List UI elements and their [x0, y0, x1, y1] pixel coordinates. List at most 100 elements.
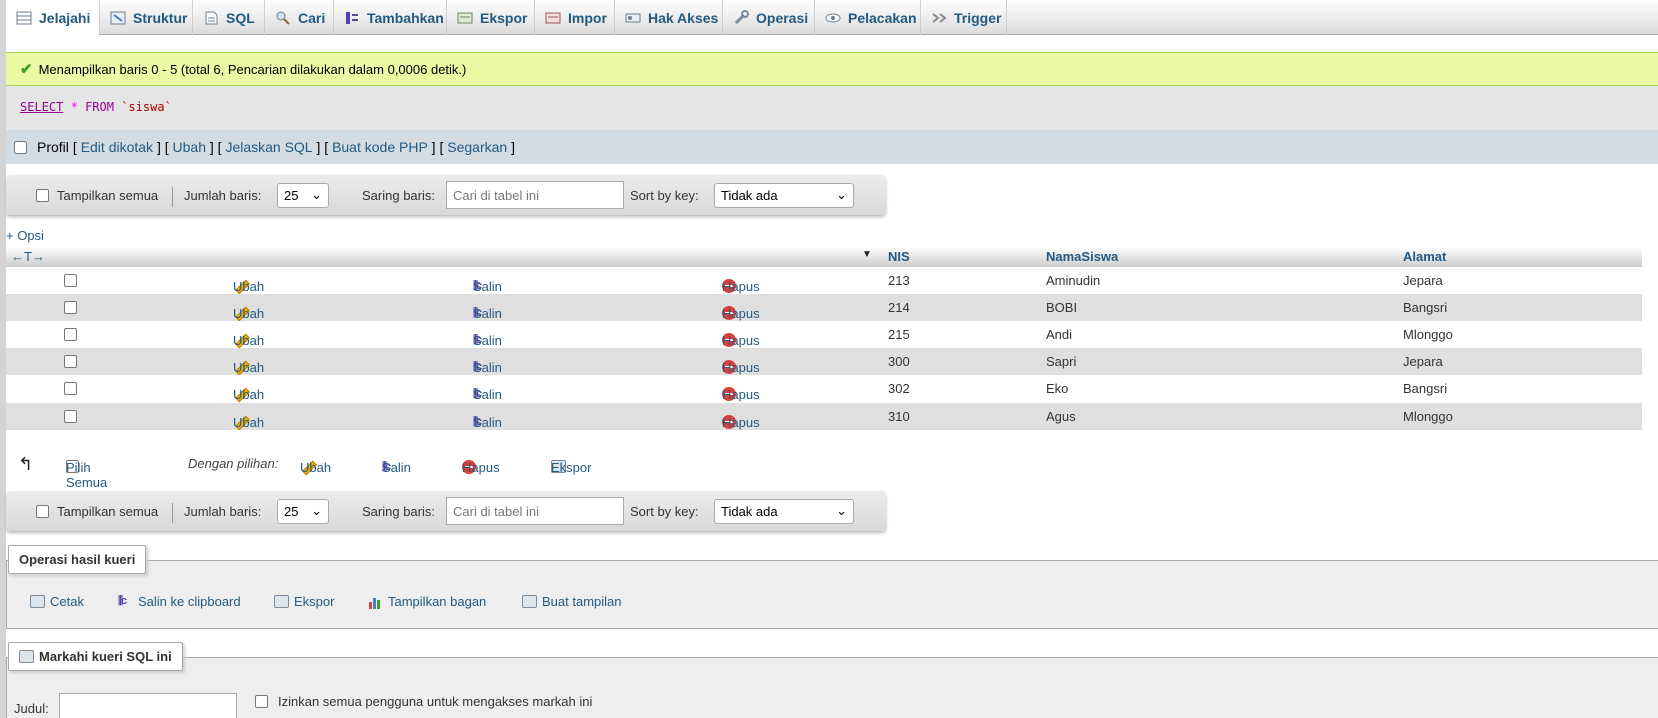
- chart-icon: [369, 597, 380, 609]
- cell-namasiswa[interactable]: Andi: [1046, 327, 1072, 342]
- trigger-icon: [931, 10, 947, 26]
- bookmark-shared-checkbox[interactable]: [255, 695, 268, 708]
- cell-alamat[interactable]: Mlonggo: [1403, 327, 1453, 342]
- column-header-nis[interactable]: NIS: [888, 249, 910, 264]
- tab-pelacakan[interactable]: Pelacakan: [815, 0, 921, 35]
- tab-sql[interactable]: SQL: [193, 0, 265, 35]
- cell-namasiswa[interactable]: Eko: [1046, 381, 1068, 396]
- cell-namasiswa[interactable]: Aminudin: [1046, 273, 1100, 288]
- table-row: Ubah ⫼c Salin Hapus 214 BOBI Bangsri: [6, 294, 1642, 321]
- row-checkbox[interactable]: [64, 328, 77, 341]
- cell-nis[interactable]: 215: [888, 327, 910, 342]
- search-icon: [275, 10, 291, 26]
- tab-operasi[interactable]: Operasi: [723, 0, 815, 35]
- cell-namasiswa[interactable]: Sapri: [1046, 354, 1076, 369]
- select-all-link[interactable]: Pilih Semua: [66, 460, 107, 490]
- bookmark-icon: [19, 650, 34, 663]
- edit-query-link[interactable]: Ubah: [173, 139, 206, 155]
- cell-alamat[interactable]: Jepara: [1403, 273, 1443, 288]
- display-chart-button[interactable]: Tampilkan bagan: [368, 594, 486, 609]
- rows-select[interactable]: 25 ⌄: [277, 182, 329, 208]
- query-operations-fieldset: [6, 560, 1658, 629]
- show-all-label: Tampilkan semua: [57, 187, 159, 203]
- cell-nis[interactable]: 213: [888, 273, 910, 288]
- navigation-bar-bottom: Tampilkan semua Jumlah baris: 25 ⌄ Saring…: [6, 491, 886, 531]
- cell-alamat[interactable]: Bangsri: [1403, 300, 1447, 315]
- show-all-checkbox[interactable]: [36, 504, 49, 518]
- show-all-checkbox[interactable]: [36, 188, 49, 202]
- row-checkbox[interactable]: [64, 410, 77, 423]
- sort-triangle-icon[interactable]: ▼: [862, 249, 872, 260]
- sql-keyword-select[interactable]: SELECT: [20, 100, 63, 114]
- cell-nis[interactable]: 300: [888, 354, 910, 369]
- tab-struktur[interactable]: Struktur: [100, 0, 193, 35]
- cell-alamat[interactable]: Mlonggo: [1403, 409, 1453, 424]
- row-checkbox[interactable]: [64, 355, 77, 368]
- refresh-link[interactable]: Segarkan: [447, 139, 507, 155]
- with-selected-label: Dengan pilihan:: [188, 456, 279, 471]
- view-icon: [522, 595, 537, 608]
- table-row: Ubah ⫼c Salin Hapus 302 Eko Bangsri: [6, 375, 1642, 402]
- explain-sql-link[interactable]: Jelaskan SQL: [225, 139, 312, 155]
- table-row: Ubah ⫼c Salin Hapus 213 Aminudin Jepara: [6, 267, 1642, 294]
- export-icon: [457, 10, 473, 26]
- insert-icon: [344, 10, 360, 26]
- column-header-namasiswa[interactable]: NamaSiswa: [1046, 249, 1118, 264]
- printer-icon: [30, 595, 45, 608]
- sort-select[interactable]: Tidak ada ⌄: [714, 182, 854, 208]
- tab-trigger[interactable]: Trigger: [921, 0, 1007, 35]
- bulk-arrow-icon: ↰: [18, 454, 34, 474]
- sort-select[interactable]: Tidak ada ⌄: [714, 498, 854, 524]
- bookmark-title-input[interactable]: [59, 693, 237, 718]
- show-all-label: Tampilkan semua: [57, 503, 159, 519]
- table-row: Ubah ⫼c Salin Hapus 310 Agus Mlonggo: [6, 403, 1642, 430]
- cell-namasiswa[interactable]: Agus: [1046, 409, 1076, 424]
- sql-query-box: SELECT * FROM `siswa`: [6, 86, 1658, 130]
- edit-inline-link[interactable]: Edit dikotak: [81, 139, 153, 155]
- privileges-icon: [625, 10, 641, 26]
- copy-clipboard-button[interactable]: ⫼c Salin ke clipboard: [118, 594, 241, 609]
- browse-icon: [16, 10, 32, 26]
- table-row: Ubah ⫼c Salin Hapus 300 Sapri Jepara: [6, 348, 1642, 375]
- column-arrows[interactable]: ←T→: [11, 249, 45, 264]
- column-header-alamat[interactable]: Alamat: [1403, 249, 1446, 264]
- tab-cari[interactable]: Cari: [265, 0, 334, 35]
- tab-hak-akses[interactable]: Hak Akses: [615, 0, 723, 35]
- row-checkbox[interactable]: [64, 301, 77, 314]
- filter-input[interactable]: Cari di tabel ini: [446, 181, 624, 209]
- chevron-down-icon: ⌄: [311, 187, 322, 202]
- query-links-bar: Profil [ Edit dikotak ] [ Ubah ] [ Jelas…: [6, 130, 1658, 164]
- create-view-button[interactable]: Buat tampilan: [522, 594, 622, 609]
- create-php-link[interactable]: Buat kode PHP: [332, 139, 428, 155]
- cell-nis[interactable]: 310: [888, 409, 910, 424]
- profil-label: Profil: [37, 139, 69, 155]
- cell-alamat[interactable]: Bangsri: [1403, 381, 1447, 396]
- cell-namasiswa[interactable]: BOBI: [1046, 300, 1077, 315]
- export-button[interactable]: Ekspor: [274, 594, 334, 609]
- print-button[interactable]: Cetak: [30, 594, 84, 609]
- sql-icon: [203, 10, 219, 26]
- sql-star: *: [70, 100, 78, 114]
- profil-checkbox[interactable]: [14, 140, 27, 154]
- cell-alamat[interactable]: Jepara: [1403, 354, 1443, 369]
- bookmark-title-label: Judul:: [14, 701, 49, 716]
- options-link[interactable]: + Opsi: [6, 228, 44, 243]
- separator: [172, 503, 173, 523]
- row-checkbox[interactable]: [64, 274, 77, 287]
- sql-table-name: `siswa`: [121, 100, 172, 114]
- filter-input[interactable]: Cari di tabel ini: [446, 497, 624, 525]
- cell-nis[interactable]: 302: [888, 381, 910, 396]
- sql-keyword-from: FROM: [85, 100, 114, 114]
- query-operations-legend: Operasi hasil kueri: [8, 545, 147, 574]
- tab-impor[interactable]: Impor: [535, 0, 615, 35]
- cell-nis[interactable]: 214: [888, 300, 910, 315]
- tab-jelajahi[interactable]: Jelajahi: [6, 0, 100, 36]
- tab-tambahkan[interactable]: Tambahkan: [334, 0, 447, 35]
- rows-select[interactable]: 25 ⌄: [277, 498, 329, 524]
- checkmark-icon: ✔: [20, 61, 33, 78]
- tab-bar: Jelajahi Struktur SQL Cari Tambahkan Eks…: [6, 0, 1658, 36]
- tab-ekspor[interactable]: Ekspor: [447, 0, 535, 35]
- import-icon: [545, 10, 561, 26]
- eye-icon: [825, 10, 841, 26]
- row-checkbox[interactable]: [64, 382, 77, 395]
